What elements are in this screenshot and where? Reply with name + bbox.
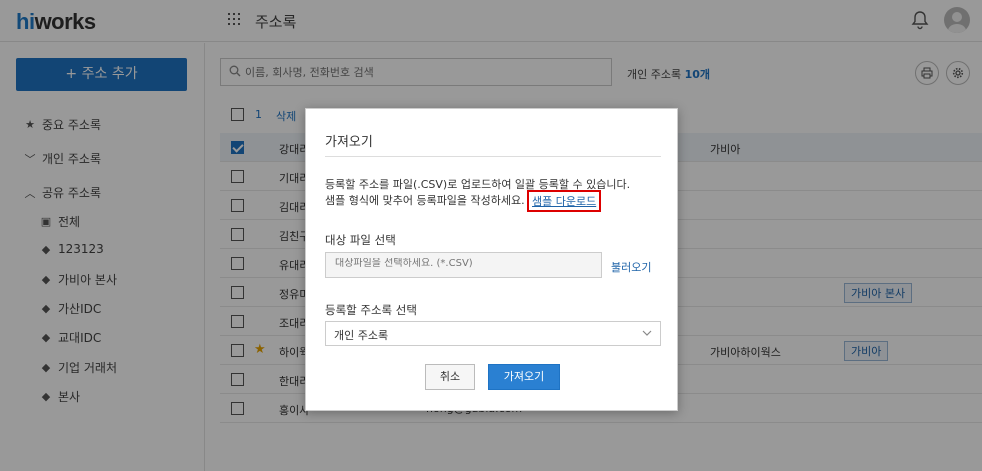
import-button[interactable]: 가져오기 xyxy=(488,364,560,390)
dialog-title: 가져오기 xyxy=(325,135,373,150)
file-path-input[interactable] xyxy=(335,258,595,269)
addressbook-select-label: 등록할 주소록 선택 xyxy=(325,303,417,317)
file-select-label: 대상 파일 선택 xyxy=(325,233,396,247)
file-select-field[interactable] xyxy=(325,252,602,278)
chevron-down-icon xyxy=(642,327,652,341)
addressbook-selected-value: 개인 주소록 xyxy=(334,329,389,342)
sample-download-link[interactable]: 샘플 다운로드 xyxy=(527,190,602,212)
load-file-link[interactable]: 불러오기 xyxy=(611,259,651,275)
addressbook-select[interactable]: 개인 주소록 xyxy=(325,321,661,346)
dialog-divider xyxy=(325,156,661,157)
import-dialog: 가져오기 등록할 주소를 파일(.CSV)로 업로드하여 일괄 등록할 수 있습… xyxy=(305,108,678,411)
cancel-button[interactable]: 취소 xyxy=(425,364,475,390)
